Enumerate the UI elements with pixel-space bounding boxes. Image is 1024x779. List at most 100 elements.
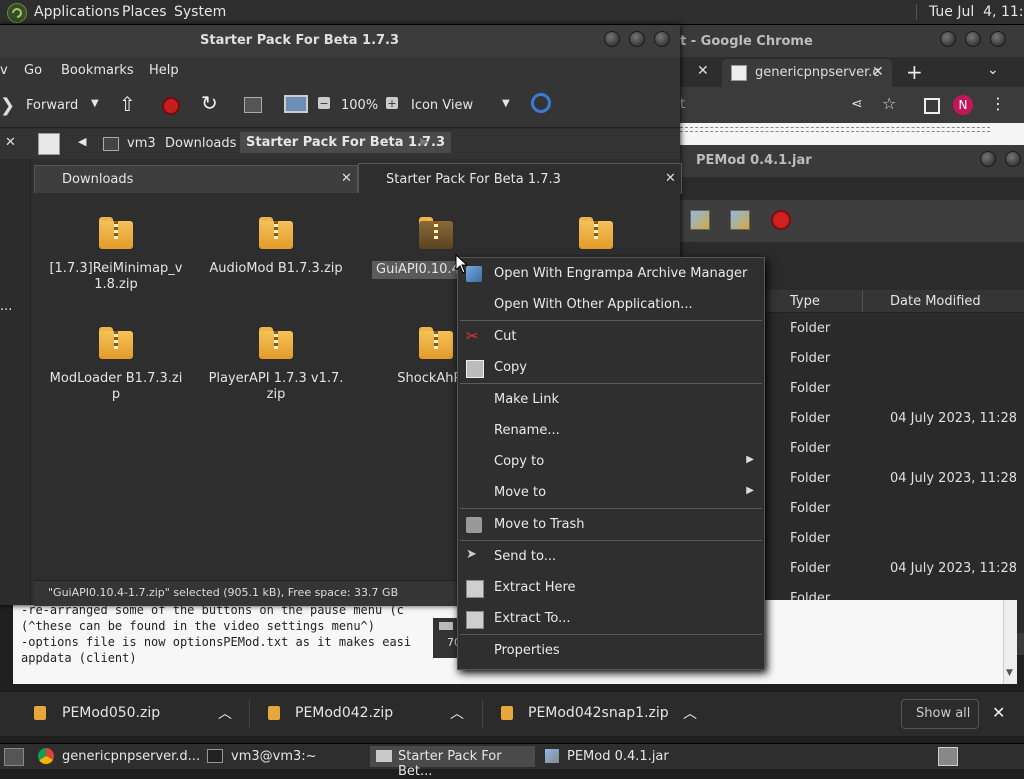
search-icon[interactable] — [531, 93, 551, 113]
fm-minimize-button[interactable] — [604, 31, 620, 47]
workspace-switcher[interactable] — [938, 747, 958, 766]
clock[interactable]: Tue Jul 4, 11:28 — [929, 4, 1024, 20]
download-options-chevron-icon[interactable]: ︿ — [218, 703, 232, 723]
chrome-close-button[interactable] — [990, 31, 1006, 47]
table-row[interactable]: Folder 04 July 2023, 11:28 — [762, 403, 1024, 433]
tab-downloads[interactable]: Downloads ✕ — [34, 165, 358, 195]
download-item[interactable]: PEMod042.zip ︿ — [252, 692, 477, 736]
path-home-icon[interactable] — [103, 137, 119, 151]
taskbar-item-chrome[interactable]: genericpnpserver.d... — [32, 746, 200, 767]
home-icon[interactable] — [244, 97, 262, 113]
menu-item-open-with-engrampa-archive-manager[interactable]: Open With Engrampa Archive Manager — [458, 258, 764, 289]
menu-item-copy[interactable]: Copy — [458, 352, 764, 383]
download-options-chevron-icon[interactable]: ︿ — [683, 703, 697, 723]
table-row[interactable]: Folder — [762, 493, 1024, 523]
menu-item-extract-here[interactable]: Extract Here — [458, 572, 764, 603]
page-text-line: (^these can be found in the video settin… — [21, 619, 376, 633]
download-item[interactable]: PEMod050.zip ︿ — [20, 692, 245, 736]
path-forward-icon[interactable]: ▶ — [420, 135, 428, 148]
menu-places[interactable]: Places — [122, 4, 167, 20]
show-all-button[interactable]: Show all — [901, 699, 979, 729]
new-tab-icon[interactable]: + — [906, 60, 923, 84]
table-row[interactable]: Folder — [762, 433, 1024, 463]
menu-view[interactable]: v — [0, 63, 8, 78]
bookmark-star-icon[interactable]: ☆ — [882, 94, 896, 113]
add-files-icon[interactable] — [690, 210, 710, 230]
close-sidebar-icon[interactable]: ✕ — [5, 135, 16, 150]
forward-arrow-icon[interactable]: ❯ — [0, 95, 15, 116]
menu-item-send-to[interactable]: ➤ Send to... — [458, 541, 764, 572]
table-row[interactable]: Folder — [762, 343, 1024, 373]
menu-applications[interactable]: Applications — [34, 4, 120, 20]
fm-close-button[interactable] — [654, 31, 670, 47]
taskbar-item-terminal[interactable]: vm3@vm3:~ — [201, 746, 366, 767]
table-row[interactable]: Folder — [762, 313, 1024, 343]
path-back-icon[interactable]: ◀ — [78, 135, 86, 148]
zoom-in-icon[interactable]: + — [386, 97, 398, 110]
side-panel-icon[interactable] — [924, 98, 940, 114]
show-desktop-icon[interactable] — [4, 748, 24, 766]
view-dropdown-icon[interactable]: ▼ — [502, 98, 510, 109]
scroll-down-icon[interactable]: ▼ — [1006, 668, 1013, 678]
table-row[interactable]: Folder — [762, 523, 1024, 553]
download-item[interactable]: PEMod042snap1.zip ︿ — [485, 692, 710, 736]
close-downloads-bar-icon[interactable]: ✕ — [992, 703, 1005, 722]
menu-bookmarks[interactable]: Bookmarks — [61, 63, 134, 78]
reload-icon[interactable]: ↻ — [201, 91, 218, 115]
menu-go[interactable]: Go — [24, 63, 42, 78]
chrome-tab-close-icon[interactable]: ✕ — [872, 64, 884, 80]
forward-dropdown-icon[interactable]: ▼ — [91, 98, 99, 109]
view-mode-select[interactable]: Icon View — [411, 98, 473, 113]
computer-icon[interactable] — [284, 95, 308, 113]
chrome-tab[interactable]: genericpnpserver.c ✕ — [722, 59, 892, 87]
chrome-minimize-button[interactable] — [940, 31, 956, 47]
tab-starter-pack-close-icon[interactable]: ✕ — [665, 171, 676, 186]
menu-item-move-to[interactable]: Move to ▶ — [458, 477, 764, 508]
table-row[interactable]: Folder — [762, 373, 1024, 403]
column-date-modified[interactable]: Date Modified — [890, 294, 981, 309]
taskbar-item-pemod[interactable]: PEMod 0.4.1.jar — [539, 746, 704, 767]
column-type[interactable]: Type — [790, 294, 820, 309]
tab-starter-pack[interactable]: Starter Pack For Beta 1.7.3 ✕ — [358, 163, 682, 194]
chrome-menu-icon[interactable]: ⋮ — [990, 94, 1006, 113]
menu-item-make-link[interactable]: Make Link — [458, 384, 764, 415]
menu-item-open-with-other-application[interactable]: Open With Other Application... — [458, 289, 764, 320]
pemod-minimize-button[interactable] — [980, 151, 996, 167]
taskbar-item-file-manager[interactable]: Starter Pack For Bet... — [370, 746, 535, 779]
edit-location-icon[interactable] — [38, 133, 60, 155]
menu-item-rename[interactable]: Rename... — [458, 415, 764, 446]
address-bar[interactable]: t — [680, 97, 685, 112]
menu-item-move-to-trash[interactable]: Move to Trash — [458, 509, 764, 540]
forward-button[interactable]: Forward — [26, 98, 78, 113]
menu-item-properties[interactable]: Properties — [458, 635, 764, 666]
menu-help[interactable]: Help — [149, 63, 179, 78]
up-arrow-icon[interactable]: ⇧ — [119, 92, 136, 116]
file-item[interactable]: PlayerAPI 1.7.3 v1.7.zip — [206, 313, 346, 413]
stop-icon[interactable] — [771, 210, 791, 230]
menu-system[interactable]: System — [174, 4, 226, 20]
chrome-maximize-button[interactable] — [965, 31, 981, 47]
chrome-prev-tab-close-icon[interactable]: ✕ — [697, 63, 709, 79]
menu-item-extract-to[interactable]: Extract To... — [458, 603, 764, 634]
tab-downloads-close-icon[interactable]: ✕ — [341, 171, 352, 186]
menu-item-copy-to[interactable]: Copy to ▶ — [458, 446, 764, 477]
share-icon[interactable]: ⋖ — [851, 96, 863, 112]
profile-avatar[interactable]: N — [953, 95, 973, 115]
table-row[interactable]: Folder 04 July 2023, 11:28 — [762, 553, 1024, 583]
path-downloads[interactable]: Downloads — [165, 136, 236, 151]
file-item[interactable]: ModLoader B1.7.3.zip — [46, 313, 186, 413]
distro-logo-icon[interactable] — [7, 3, 27, 23]
path-vm3[interactable]: vm3 — [127, 136, 156, 151]
file-item[interactable]: AudioMod B1.7.3.zip — [206, 203, 346, 303]
tab-search-chevron-icon[interactable]: ⌄ — [987, 62, 999, 78]
add-folder-icon[interactable] — [730, 210, 750, 230]
file-item[interactable]: [1.7.3]ReiMinimap_v1.8.zip — [46, 203, 186, 303]
download-options-chevron-icon[interactable]: ︿ — [450, 703, 464, 723]
table-row[interactable]: Folder 04 July 2023, 11:28 — [762, 463, 1024, 493]
pemod-maximize-button[interactable] — [1005, 151, 1021, 167]
page-scrollbar[interactable]: ▼ — [1003, 600, 1017, 684]
stop-icon[interactable] — [162, 97, 180, 115]
menu-item-cut[interactable]: ✂ Cut — [458, 321, 764, 352]
fm-maximize-button[interactable] — [629, 31, 645, 47]
zoom-out-icon[interactable]: − — [318, 97, 330, 110]
